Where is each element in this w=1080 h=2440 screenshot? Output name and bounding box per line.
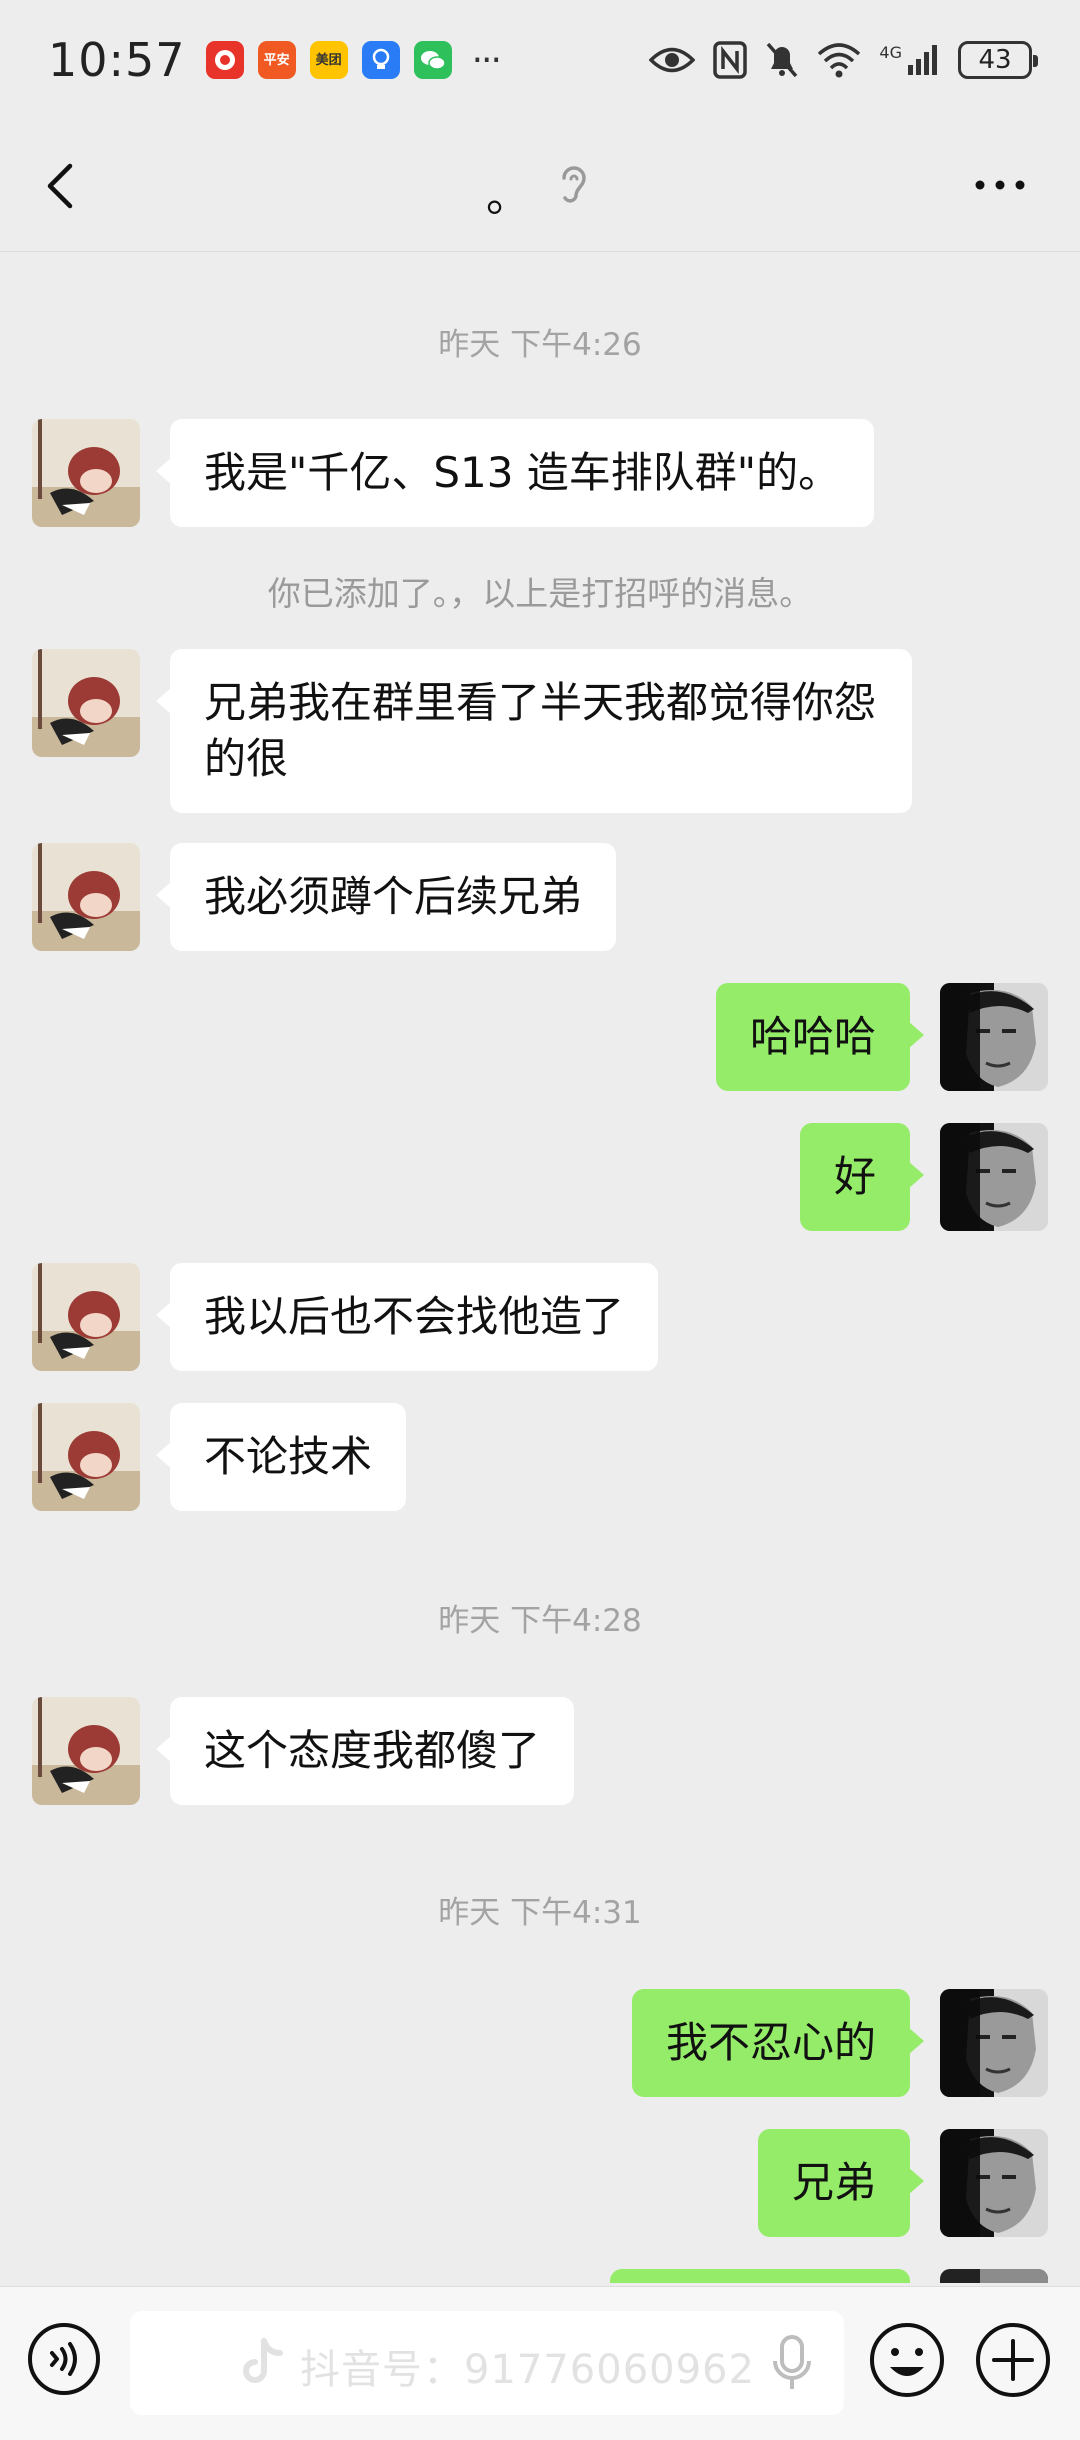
my-avatar[interactable]	[940, 983, 1048, 1091]
contact-avatar[interactable]	[32, 1263, 140, 1371]
status-right: 4G 43	[649, 41, 1038, 79]
my-avatar[interactable]	[940, 2129, 1048, 2237]
chat-header: 。	[0, 120, 1080, 252]
bulb-app-icon	[361, 41, 400, 79]
my-avatar[interactable]	[940, 1989, 1048, 2097]
meituan-app-icon: 美团	[309, 41, 348, 79]
contact-avatar[interactable]	[32, 1697, 140, 1805]
cellular-signal: 4G	[879, 43, 940, 77]
wechat-app-icon	[413, 41, 452, 79]
incoming-message-bubble[interactable]: 我以后也不会找他造了	[155, 1263, 659, 1371]
douyin-logo-icon	[243, 2338, 283, 2383]
mute-bell-icon	[767, 42, 798, 78]
add-attachment-icon[interactable]	[974, 2321, 1052, 2399]
more-notifications-indicator: ···	[471, 39, 502, 81]
incoming-message-bubble[interactable]: 这个态度我都傻了	[155, 1697, 575, 1805]
more-options-icon[interactable]	[970, 170, 1030, 200]
contact-avatar[interactable]	[32, 419, 140, 527]
notification-app-icons: 平安 美团 ···	[205, 39, 502, 81]
contact-avatar[interactable]	[32, 649, 140, 757]
back-arrow-icon[interactable]	[34, 158, 90, 214]
message-input[interactable]: 抖音号：917760609​62	[130, 2311, 844, 2415]
incoming-message-bubble[interactable]: 兄弟我在群里看了半天我都觉得你怨的很	[156, 649, 912, 813]
meituan-app-label: 美团	[315, 52, 342, 68]
pdd-app-icon	[205, 41, 244, 79]
douyin-watermark: 抖音号：917760609​62	[300, 2347, 755, 2393]
chat-message-list[interactable]: 昨天 下午4:26 我是"千亿、S13 造车排队群"的。 你已添加了。，以上是打…	[0, 253, 1080, 2283]
my-avatar[interactable]	[940, 1123, 1048, 1231]
eye-icon	[649, 47, 696, 73]
contact-avatar[interactable]	[32, 843, 140, 951]
chat-title: 。	[486, 171, 530, 222]
emoji-icon[interactable]	[868, 2321, 946, 2399]
message-timestamp: 昨天 下午4:31	[438, 1895, 642, 1931]
chat-input-bar: 抖音号：917760609​62	[0, 2286, 1080, 2440]
outgoing-message-bubble[interactable]: 好	[799, 1123, 925, 1231]
incoming-message-bubble[interactable]: 不论技术	[155, 1403, 407, 1511]
contact-avatar[interactable]	[32, 1403, 140, 1511]
earpiece-mode-icon	[562, 166, 586, 203]
microphone-icon[interactable]	[770, 2333, 814, 2393]
incoming-message-bubble[interactable]: 我是"千亿、S13 造车排队群"的。	[155, 419, 875, 527]
status-bar: 10:57 平安 美团 ··· 4G 43	[0, 0, 1080, 120]
message-timestamp: 昨天 下午4:28	[438, 1603, 642, 1639]
status-time: 10:57	[48, 33, 186, 87]
signal-bars-icon	[908, 45, 937, 75]
pingan-bank-app-label: 平安	[263, 52, 290, 68]
outgoing-message-bubble-partial[interactable]	[610, 2269, 910, 2283]
wifi-icon	[818, 43, 861, 78]
outgoing-message-bubble[interactable]: 哈哈哈	[715, 983, 925, 1091]
outgoing-message-bubble[interactable]: 兄弟	[757, 2129, 925, 2237]
pingan-bank-app-icon: 平安	[257, 41, 296, 79]
network-type-label: 4G	[879, 43, 902, 62]
outgoing-message-bubble[interactable]: 我不忍心的	[631, 1989, 925, 2097]
nfc-icon	[713, 41, 748, 79]
voice-input-icon[interactable]	[26, 2321, 102, 2397]
battery-level: 43	[978, 45, 1012, 75]
incoming-message-bubble[interactable]: 我必须蹲个后续兄弟	[155, 843, 617, 951]
message-timestamp: 昨天 下午4:26	[438, 327, 642, 363]
my-avatar-partial[interactable]	[940, 2269, 1048, 2283]
battery-icon: 43	[958, 41, 1038, 79]
system-notice: 你已添加了。，以上是打招呼的消息。	[267, 574, 813, 613]
